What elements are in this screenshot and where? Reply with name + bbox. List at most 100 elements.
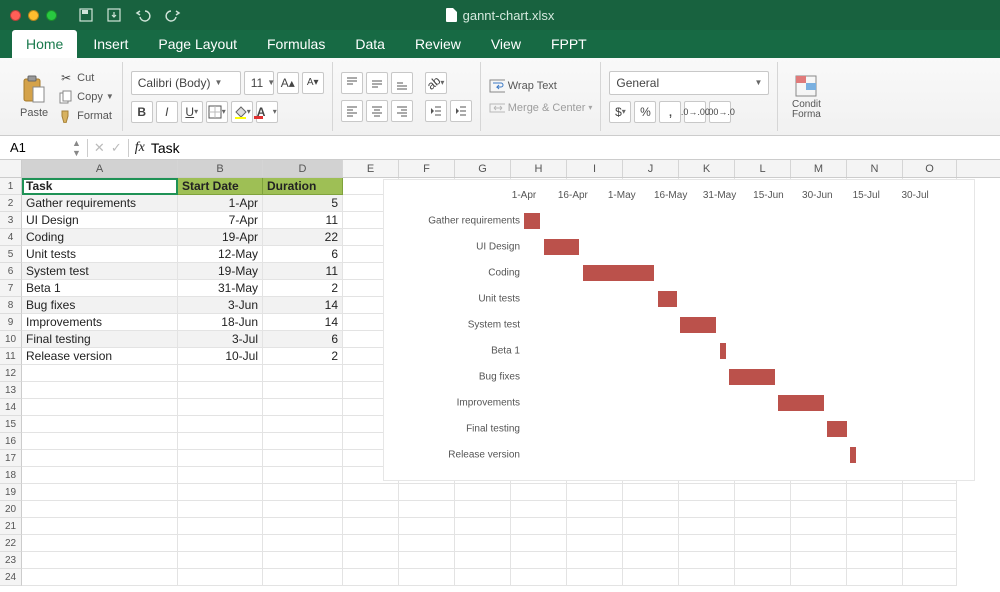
chart-bar[interactable] (850, 447, 857, 463)
cell[interactable] (511, 569, 567, 586)
cell[interactable] (623, 569, 679, 586)
row-header[interactable]: 24 (0, 569, 22, 586)
cell[interactable] (178, 433, 263, 450)
chart-bar[interactable] (827, 421, 847, 437)
row-header[interactable]: 22 (0, 535, 22, 552)
row-header[interactable]: 4 (0, 229, 22, 246)
cell[interactable] (847, 518, 903, 535)
fill-color-button[interactable]: ▾ (231, 101, 253, 123)
font-name-select[interactable]: Calibri (Body)▼ (131, 71, 241, 95)
row-header[interactable]: 21 (0, 518, 22, 535)
cell[interactable] (22, 569, 178, 586)
cell[interactable] (22, 433, 178, 450)
cell[interactable] (847, 569, 903, 586)
row-header[interactable]: 13 (0, 382, 22, 399)
chart-bar[interactable] (729, 369, 775, 385)
cell[interactable]: 11 (263, 263, 343, 280)
cell[interactable]: 2 (263, 348, 343, 365)
tab-formulas[interactable]: Formulas (253, 30, 339, 58)
cell[interactable] (343, 518, 399, 535)
cancel-formula-icon[interactable]: ✕ (94, 140, 105, 156)
cell[interactable]: 6 (263, 246, 343, 263)
column-header-N[interactable]: N (847, 160, 903, 177)
cell[interactable]: UI Design (22, 212, 178, 229)
cell[interactable] (567, 501, 623, 518)
cell[interactable]: Final testing (22, 331, 178, 348)
cell[interactable] (735, 552, 791, 569)
cell[interactable]: Bug fixes (22, 297, 178, 314)
row-header[interactable]: 1 (0, 178, 22, 195)
row-header[interactable]: 16 (0, 433, 22, 450)
cell[interactable] (263, 433, 343, 450)
cell[interactable] (623, 501, 679, 518)
cell[interactable] (679, 569, 735, 586)
cell[interactable] (679, 535, 735, 552)
comma-button[interactable]: , (659, 101, 681, 123)
column-header-K[interactable]: K (679, 160, 735, 177)
tab-data[interactable]: Data (341, 30, 399, 58)
cell[interactable] (263, 416, 343, 433)
column-header-A[interactable]: A (22, 160, 178, 177)
row-header[interactable]: 17 (0, 450, 22, 467)
cell[interactable] (399, 569, 455, 586)
cell[interactable] (455, 535, 511, 552)
cell[interactable] (511, 501, 567, 518)
name-box[interactable] (6, 138, 66, 158)
cell[interactable] (847, 484, 903, 501)
cell[interactable] (511, 518, 567, 535)
gantt-chart[interactable]: 1-Apr16-Apr1-May16-May31-May15-Jun30-Jun… (384, 180, 974, 480)
row-header[interactable]: 6 (0, 263, 22, 280)
cell[interactable]: 12-May (178, 246, 263, 263)
currency-button[interactable]: $▾ (609, 101, 631, 123)
cell[interactable] (567, 518, 623, 535)
save-icon[interactable] (79, 8, 93, 22)
cell[interactable] (343, 535, 399, 552)
cell[interactable]: 10-Jul (178, 348, 263, 365)
cell[interactable] (567, 552, 623, 569)
cell[interactable] (178, 518, 263, 535)
cell[interactable] (903, 518, 957, 535)
cell[interactable] (735, 569, 791, 586)
chart-bar[interactable] (583, 265, 655, 281)
align-right-button[interactable] (391, 100, 413, 122)
cell[interactable] (22, 365, 178, 382)
cell[interactable] (623, 552, 679, 569)
cell[interactable] (455, 569, 511, 586)
increase-font-button[interactable]: A▴ (277, 72, 299, 94)
cell[interactable] (22, 450, 178, 467)
row-header[interactable]: 18 (0, 467, 22, 484)
italic-button[interactable]: I (156, 101, 178, 123)
cell[interactable] (735, 501, 791, 518)
cell[interactable] (791, 501, 847, 518)
percent-button[interactable]: % (634, 101, 656, 123)
cell[interactable] (399, 552, 455, 569)
row-header[interactable]: 20 (0, 501, 22, 518)
formula-input[interactable] (151, 140, 994, 156)
row-header[interactable]: 5 (0, 246, 22, 263)
cell[interactable] (903, 501, 957, 518)
align-center-button[interactable] (366, 100, 388, 122)
column-header-B[interactable]: B (178, 160, 263, 177)
cell[interactable]: 19-Apr (178, 229, 263, 246)
number-format-select[interactable]: General▼ (609, 71, 769, 95)
cell[interactable] (511, 535, 567, 552)
cell[interactable] (22, 535, 178, 552)
fx-icon[interactable]: fx (135, 140, 145, 156)
cell[interactable] (623, 518, 679, 535)
cell[interactable]: 19-May (178, 263, 263, 280)
cell[interactable] (567, 484, 623, 501)
cell[interactable] (847, 501, 903, 518)
cell[interactable] (679, 518, 735, 535)
cell[interactable] (791, 484, 847, 501)
zoom-window-button[interactable] (46, 10, 57, 21)
cell[interactable] (735, 535, 791, 552)
cell[interactable] (263, 501, 343, 518)
spreadsheet-grid[interactable]: ABDEFGHIJKLMNO 1TaskStart DateDuration2G… (0, 160, 1000, 592)
cell[interactable] (903, 535, 957, 552)
copy-button[interactable]: Copy ▼ (58, 89, 114, 105)
cell[interactable] (263, 399, 343, 416)
cell[interactable] (263, 535, 343, 552)
cell[interactable] (263, 569, 343, 586)
format-painter-button[interactable]: Format (58, 108, 114, 124)
cell[interactable] (22, 484, 178, 501)
